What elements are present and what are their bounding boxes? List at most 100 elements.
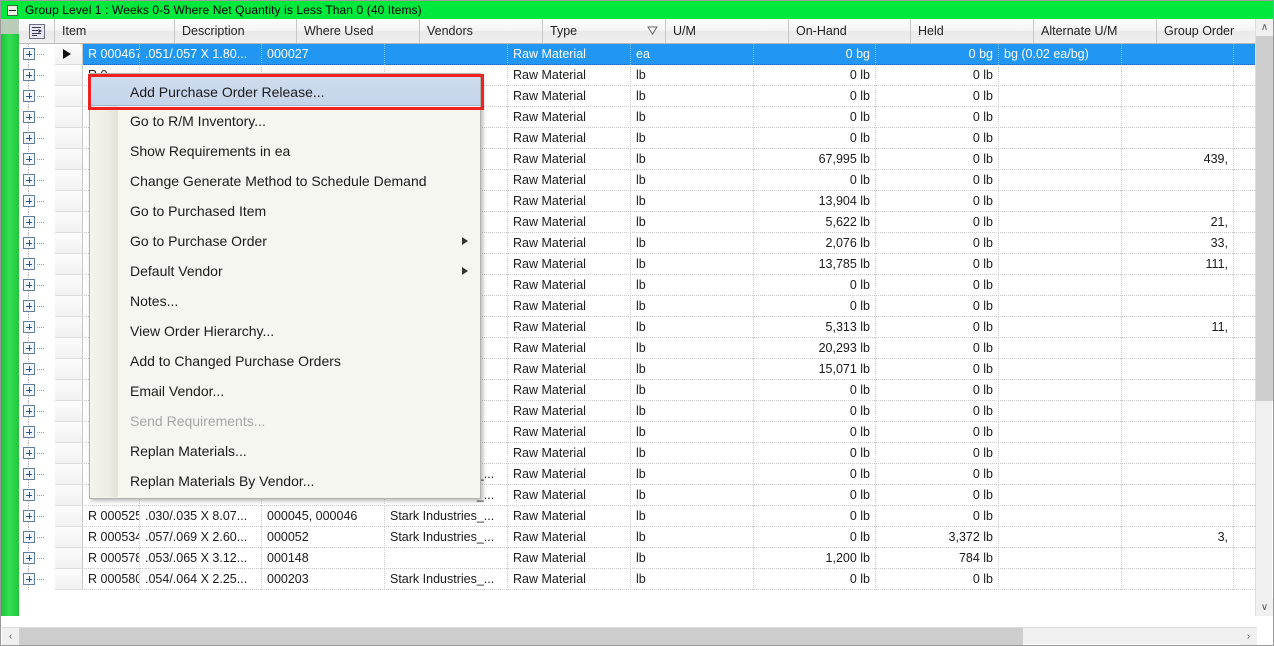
expand-row-icon[interactable] [23, 299, 35, 312]
cell-alternate_um[interactable] [999, 274, 1122, 296]
cell-um[interactable]: lb [631, 400, 754, 422]
cell-alternate_um[interactable] [999, 421, 1122, 443]
cell-on_hand[interactable]: 2,076 lb [754, 232, 876, 254]
cell-alternate_um[interactable] [999, 526, 1122, 548]
cell-held[interactable]: 0 lb [876, 169, 999, 191]
cell-type[interactable]: Raw Material [508, 568, 631, 590]
cell-type[interactable]: Raw Material [508, 85, 631, 107]
cell-type[interactable]: Raw Material [508, 148, 631, 170]
expand-row-icon[interactable] [23, 152, 35, 165]
cell-alternate_um[interactable] [999, 211, 1122, 233]
cell-um[interactable]: lb [631, 106, 754, 128]
cell-vendors[interactable]: Stark Industries_... [385, 568, 508, 590]
cell-held[interactable]: 0 lb [876, 463, 999, 485]
cell-on_hand[interactable]: 0 lb [754, 505, 876, 527]
cell-on_hand[interactable]: 5,622 lb [754, 211, 876, 233]
cell-description[interactable]: .057/.069 X 2.60... [140, 526, 262, 548]
cell-type[interactable]: Raw Material [508, 379, 631, 401]
row-indicator-cell[interactable] [55, 64, 83, 86]
horizontal-scroll-thumb[interactable] [19, 628, 1023, 645]
cell-on_hand[interactable]: 0 lb [754, 169, 876, 191]
expand-row-icon[interactable] [23, 236, 35, 249]
cell-alternate_um[interactable] [999, 169, 1122, 191]
expand-row-icon[interactable] [23, 215, 35, 228]
row-indicator-cell[interactable] [55, 44, 83, 65]
scroll-up-button[interactable]: ∧ [1256, 19, 1273, 36]
column-header-where_used[interactable]: Where Used [297, 19, 420, 43]
row-indicator-cell[interactable] [55, 211, 83, 233]
cell-alternate_um[interactable] [999, 190, 1122, 212]
cell-where_used[interactable]: 000148 [262, 547, 385, 569]
cell-on_hand[interactable]: 0 lb [754, 64, 876, 86]
expand-row-icon[interactable] [23, 173, 35, 186]
row-indicator-cell[interactable] [55, 253, 83, 275]
cell-group_order[interactable] [1122, 484, 1234, 506]
cell-group_order[interactable] [1122, 169, 1234, 191]
cell-um[interactable]: lb [631, 190, 754, 212]
cell-type[interactable]: Raw Material [508, 295, 631, 317]
column-header-vendors[interactable]: Vendors [420, 19, 543, 43]
cell-type[interactable]: Raw Material [508, 505, 631, 527]
cell-held[interactable]: 0 lb [876, 358, 999, 380]
cell-on_hand[interactable]: 0 lb [754, 295, 876, 317]
row-indicator-cell[interactable] [55, 421, 83, 443]
expand-row-icon[interactable] [23, 530, 35, 543]
cell-held[interactable]: 0 lb [876, 316, 999, 338]
cell-type[interactable]: Raw Material [508, 190, 631, 212]
cell-held[interactable]: 0 lb [876, 64, 999, 86]
cell-um[interactable]: lb [631, 337, 754, 359]
cell-held[interactable]: 0 lb [876, 379, 999, 401]
cell-on_hand[interactable]: 20,293 lb [754, 337, 876, 359]
cell-type[interactable]: Raw Material [508, 274, 631, 296]
scroll-down-button[interactable]: ∨ [1256, 599, 1273, 616]
cell-um[interactable]: lb [631, 379, 754, 401]
row-indicator-cell[interactable] [55, 127, 83, 149]
expand-row-icon[interactable] [23, 89, 35, 102]
cell-held[interactable]: 0 lb [876, 484, 999, 506]
cell-alternate_um[interactable] [999, 232, 1122, 254]
cell-alternate_um[interactable] [999, 442, 1122, 464]
cell-on_hand[interactable]: 1,200 lb [754, 547, 876, 569]
cell-group_order[interactable] [1122, 547, 1234, 569]
row-indicator-cell[interactable] [55, 547, 83, 569]
cell-held[interactable]: 0 lb [876, 232, 999, 254]
table-row[interactable]: R 000578.053/.065 X 3.12... 000148 Raw Mat… [19, 547, 1257, 569]
cell-alternate_um[interactable] [999, 463, 1122, 485]
context-menu-item[interactable]: Go to Purchase Order [90, 226, 480, 256]
cell-alternate_um[interactable]: bg (0.02 ea/bg) [999, 44, 1122, 65]
cell-held[interactable]: 0 lb [876, 505, 999, 527]
cell-where_used[interactable]: 000027 [262, 44, 385, 65]
cell-type[interactable]: Raw Material [508, 127, 631, 149]
cell-on_hand[interactable]: 0 lb [754, 484, 876, 506]
expand-row-icon[interactable] [23, 278, 35, 291]
cell-alternate_um[interactable] [999, 253, 1122, 275]
cell-held[interactable]: 0 lb [876, 190, 999, 212]
cell-um[interactable]: lb [631, 274, 754, 296]
cell-held[interactable]: 3,372 lb [876, 526, 999, 548]
cell-group_order[interactable] [1122, 463, 1234, 485]
table-row[interactable]: R 000525.030/.035 X 8.07... 000045, 00004… [19, 505, 1257, 527]
context-menu-item[interactable]: Add Purchase Order Release... [88, 74, 484, 110]
cell-on_hand[interactable]: 0 lb [754, 400, 876, 422]
table-row[interactable]: R 000534.057/.069 X 2.60... 000052 Stark I… [19, 526, 1257, 548]
cell-type[interactable]: Raw Material [508, 442, 631, 464]
context-menu-item[interactable]: Replan Materials By Vendor... [90, 466, 480, 496]
row-indicator-cell[interactable] [55, 148, 83, 170]
cell-held[interactable]: 0 lb [876, 274, 999, 296]
cell-alternate_um[interactable] [999, 316, 1122, 338]
cell-held[interactable]: 784 lb [876, 547, 999, 569]
cell-um[interactable]: lb [631, 442, 754, 464]
cell-vendors[interactable]: Stark Industries_... [385, 526, 508, 548]
cell-um[interactable]: lb [631, 547, 754, 569]
cell-group_order[interactable] [1122, 44, 1234, 65]
vertical-scroll-thumb[interactable] [1256, 36, 1273, 401]
cell-type[interactable]: Raw Material [508, 484, 631, 506]
cell-group_order[interactable] [1122, 85, 1234, 107]
cell-on_hand[interactable]: 5,313 lb [754, 316, 876, 338]
row-indicator-cell[interactable] [55, 85, 83, 107]
table-row[interactable]: R 000580.054/.064 X 2.25... 000203 Stark I… [19, 568, 1257, 590]
row-indicator-cell[interactable] [55, 505, 83, 527]
context-menu-item[interactable]: Notes... [90, 286, 480, 316]
cell-alternate_um[interactable] [999, 127, 1122, 149]
expand-row-icon[interactable] [23, 572, 35, 585]
